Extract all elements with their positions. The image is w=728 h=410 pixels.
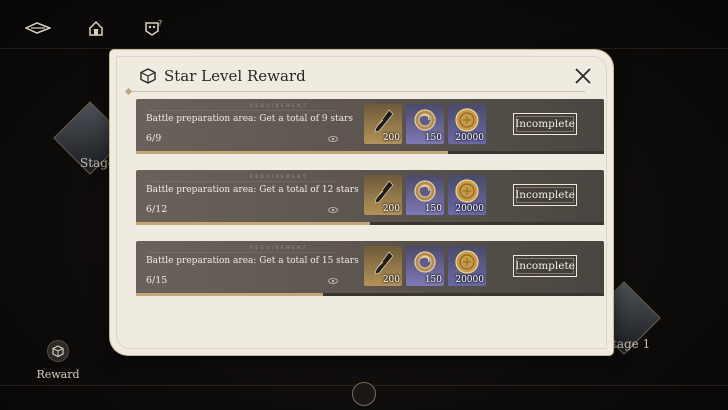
compass-medal-icon <box>414 109 436 131</box>
reward-amount: 200 <box>382 204 400 214</box>
requirement-rule <box>148 110 338 111</box>
reward-item[interactable]: 200 <box>364 246 402 286</box>
quill-ink-icon <box>374 180 394 204</box>
status-button[interactable]: Incomplete <box>513 184 577 206</box>
progress-fill <box>136 151 449 154</box>
bg-divider <box>0 48 728 49</box>
reward-amount: 20000 <box>455 275 484 285</box>
emblem-icon <box>352 382 376 406</box>
reward-row: REQUIREMENT Battle preparation area: Get… <box>136 241 604 296</box>
help-mask-icon[interactable]: ? <box>140 18 168 38</box>
requirement-description: Battle preparation area: Get a total of … <box>146 185 359 195</box>
close-button[interactable] <box>573 66 593 86</box>
star-level-reward-dialog: Star Level Reward REQUIREMENT Battle pre… <box>110 50 613 355</box>
requirement-tag: REQUIREMENT <box>250 245 308 250</box>
quill-ink-icon <box>374 109 394 133</box>
reward-items: 200 150 20000 <box>364 104 486 144</box>
progress-bar <box>136 151 604 154</box>
requirement-rule <box>148 181 338 182</box>
reward-amount: 200 <box>382 133 400 143</box>
compass-medal-icon <box>414 180 436 202</box>
eye-icon[interactable] <box>328 278 338 284</box>
requirement-description: Battle preparation area: Get a total of … <box>146 256 359 266</box>
reward-items: 200 150 20000 <box>364 246 486 286</box>
reward-amount: 150 <box>424 204 442 214</box>
quill-ink-icon <box>374 251 394 275</box>
reward-item[interactable]: 200 <box>364 175 402 215</box>
back-arrow-icon[interactable] <box>24 18 52 38</box>
reward-row: REQUIREMENT Battle preparation area: Get… <box>136 99 604 154</box>
progress-text: 6/12 <box>146 204 168 215</box>
header-ornament <box>124 87 133 96</box>
eye-icon[interactable] <box>328 207 338 213</box>
requirement-tag: REQUIREMENT <box>250 174 308 179</box>
progress-bar <box>136 222 604 225</box>
reward-item[interactable]: 20000 <box>448 246 486 286</box>
svg-text:?: ? <box>158 19 162 28</box>
gold-coin-icon <box>455 250 479 274</box>
reward-items: 200 150 20000 <box>364 175 486 215</box>
dialog-header: Star Level Reward <box>140 67 306 85</box>
reward-label: Reward <box>36 368 80 381</box>
progress-fill <box>136 222 370 225</box>
progress-text: 6/9 <box>146 133 162 144</box>
progress-fill <box>136 293 324 296</box>
progress-bar <box>136 293 604 296</box>
reward-item[interactable]: 20000 <box>448 104 486 144</box>
reward-box-icon <box>47 340 69 362</box>
home-icon[interactable] <box>82 18 110 38</box>
reward-button[interactable]: Reward <box>36 340 80 381</box>
reward-row: REQUIREMENT Battle preparation area: Get… <box>136 170 604 225</box>
status-button[interactable]: Incomplete <box>513 255 577 277</box>
gold-coin-icon <box>455 179 479 203</box>
requirement-description: Battle preparation area: Get a total of … <box>146 114 353 124</box>
reward-item[interactable]: 150 <box>406 104 444 144</box>
requirement-rule <box>148 252 338 253</box>
requirement-tag: REQUIREMENT <box>250 103 308 108</box>
reward-item[interactable]: 150 <box>406 246 444 286</box>
reward-amount: 150 <box>424 133 442 143</box>
eye-icon[interactable] <box>328 136 338 142</box>
reward-item[interactable]: 20000 <box>448 175 486 215</box>
status-button[interactable]: Incomplete <box>513 113 577 135</box>
gold-coin-icon <box>455 108 479 132</box>
dialog-title: Star Level Reward <box>164 67 306 85</box>
reward-item[interactable]: 150 <box>406 175 444 215</box>
close-icon <box>575 68 591 84</box>
reward-item[interactable]: 200 <box>364 104 402 144</box>
reward-amount: 150 <box>424 275 442 285</box>
reward-box-icon <box>140 68 156 84</box>
reward-list: REQUIREMENT Battle preparation area: Get… <box>136 99 604 312</box>
top-bar: ? <box>24 18 168 38</box>
reward-amount: 20000 <box>455 133 484 143</box>
compass-medal-icon <box>414 251 436 273</box>
stage-right-label: tage 1 <box>612 337 651 351</box>
progress-text: 6/15 <box>146 275 168 286</box>
reward-amount: 200 <box>382 275 400 285</box>
reward-amount: 20000 <box>455 204 484 214</box>
header-divider <box>128 91 585 92</box>
